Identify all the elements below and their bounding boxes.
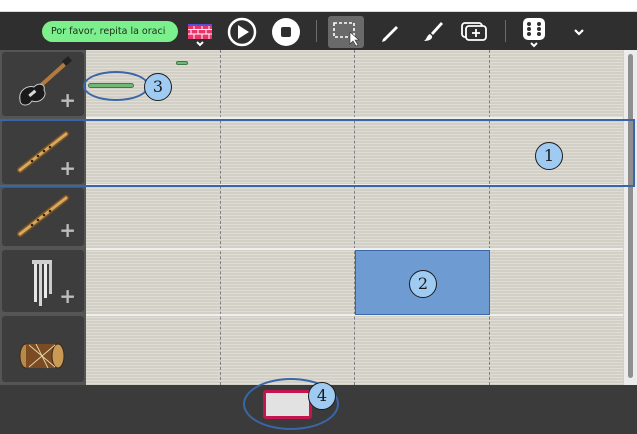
music-app-window: Por favor, repita la oraci + + + + 1 2 3… [0, 0, 637, 434]
add-to-instrument[interactable]: + [59, 286, 76, 306]
select-icon[interactable] [328, 16, 364, 48]
scrollbar-thumb[interactable] [628, 54, 633, 378]
toolbar-separator [316, 20, 317, 42]
grid-divider [489, 50, 490, 385]
toolbar: Por favor, repita la oraci [0, 12, 637, 50]
play-icon[interactable] [227, 17, 257, 47]
annotation-ellipse-note [83, 71, 149, 101]
pitch-time-grid[interactable] [86, 50, 623, 385]
add-to-instrument[interactable]: + [59, 90, 76, 110]
window-top-edge [0, 0, 637, 12]
speech-input[interactable]: Por favor, repita la oraci [42, 21, 178, 42]
instrument-guitar[interactable]: + [2, 52, 84, 116]
instrument-flute-2[interactable]: + [2, 188, 84, 246]
stop-icon[interactable] [271, 17, 301, 47]
grid-divider [354, 50, 355, 385]
dice-icon[interactable] [519, 15, 549, 49]
drum-icon [19, 343, 65, 369]
annotation-badge-4: 4 [308, 382, 336, 410]
annotation-badge-2: 2 [409, 270, 437, 298]
annotation-badge-1: 1 [535, 142, 563, 170]
vertical-scrollbar[interactable] [623, 50, 637, 385]
add-to-instrument[interactable]: + [59, 220, 76, 240]
brick-wall-icon[interactable] [186, 20, 214, 48]
note-block[interactable] [176, 61, 188, 65]
brush-icon[interactable] [420, 18, 446, 44]
instrument-chimes[interactable]: + [2, 250, 84, 312]
instrument-drum[interactable] [2, 316, 84, 382]
toolbar-separator [505, 20, 506, 42]
add-icon[interactable] [459, 18, 489, 44]
grid-divider [220, 50, 221, 385]
instrument-sidebar: + + + + [0, 50, 86, 385]
pencil-icon[interactable] [377, 18, 403, 44]
chevron-down-icon[interactable] [571, 24, 587, 38]
annotation-badge-3: 3 [144, 73, 172, 101]
